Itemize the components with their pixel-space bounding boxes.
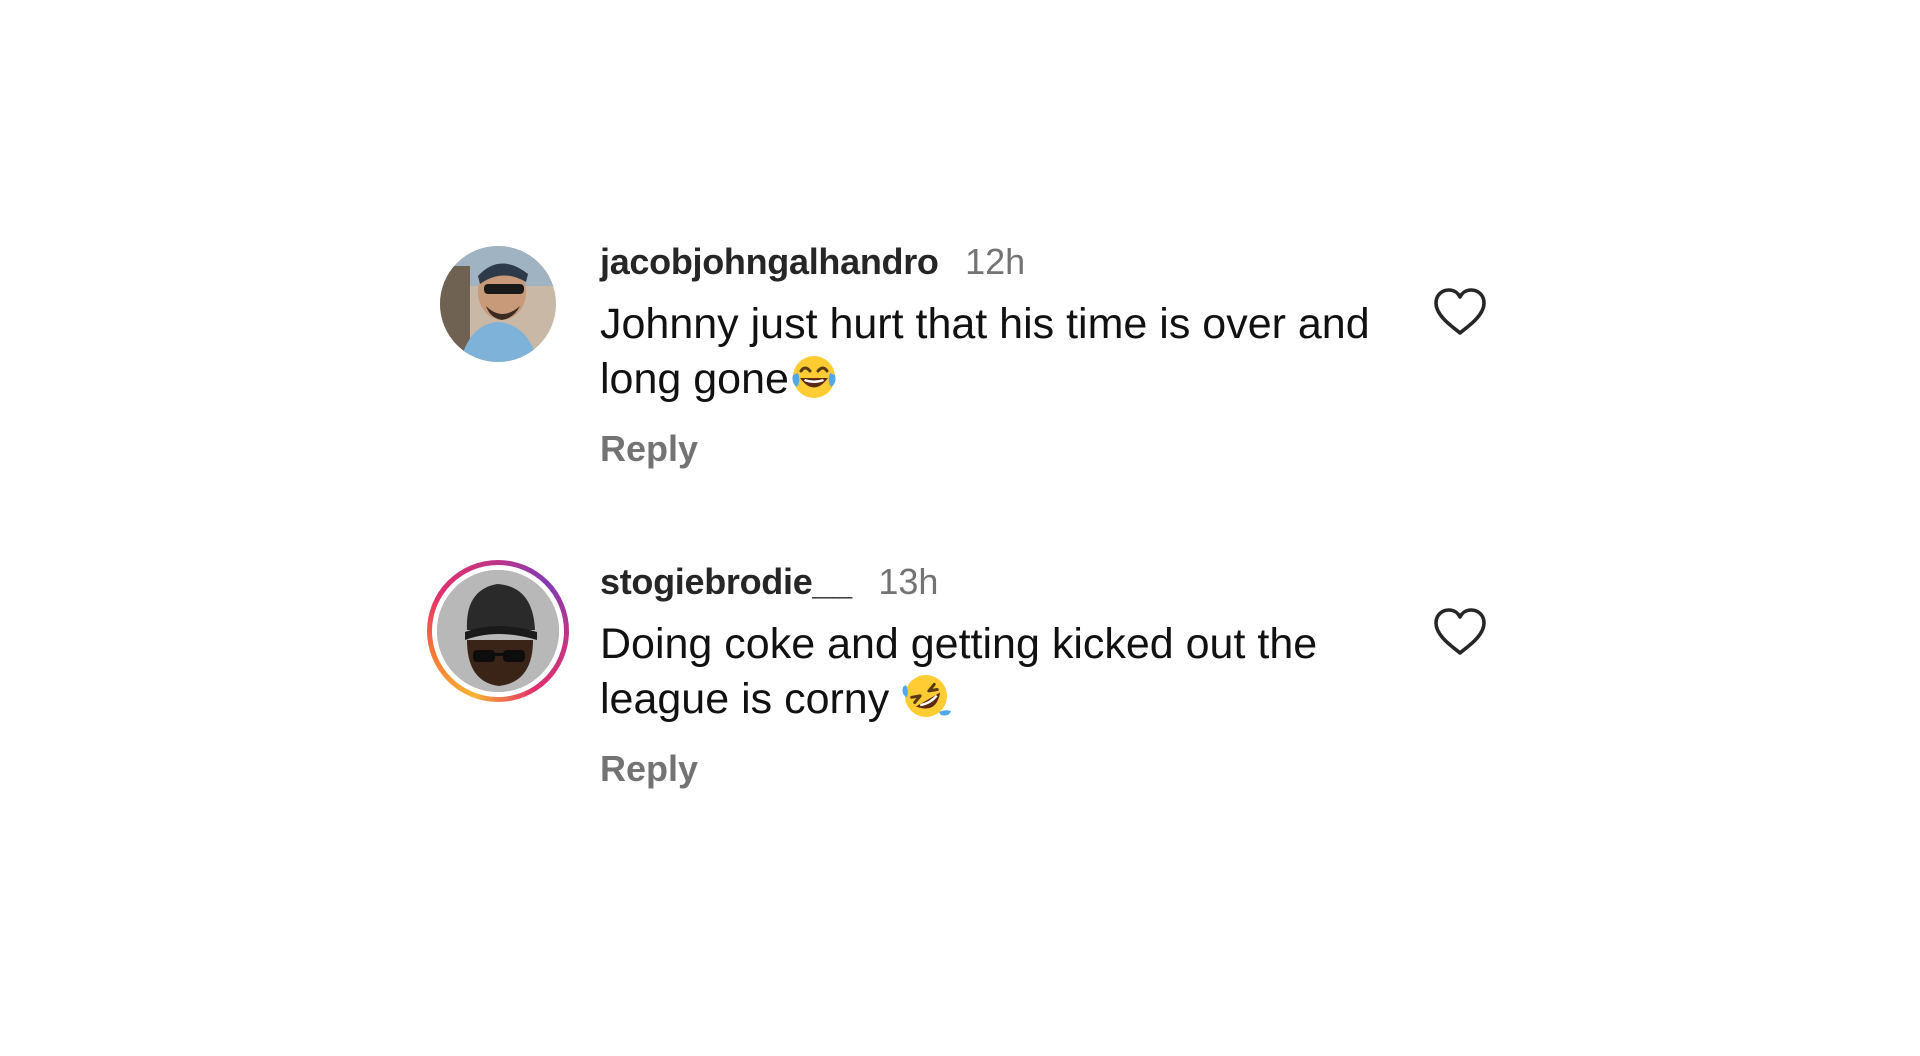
comment-item: stogiebrodie__ 13h Doing coke and gettin… xyxy=(425,560,1505,820)
comment-timestamp: 13h xyxy=(878,561,939,602)
comment-body: Doing coke and getting kicked out the le… xyxy=(600,618,1390,734)
comment-text: Doing coke and getting kicked out the le… xyxy=(600,620,1318,723)
comment-username[interactable]: jacobjohngalhandro xyxy=(600,241,939,282)
comment-text: Johnny just hurt that his time is over a… xyxy=(600,300,1370,403)
face-with-tears-of-joy-icon xyxy=(789,351,839,414)
rolling-on-the-floor-laughing-icon xyxy=(901,671,952,734)
heart-outline-icon[interactable] xyxy=(1432,286,1488,338)
reply-button[interactable]: Reply xyxy=(600,428,698,470)
story-ring[interactable] xyxy=(427,560,569,702)
comment-header: stogiebrodie__ 13h xyxy=(600,560,1400,604)
comment-item: jacobjohngalhandro 12h Johnny just hurt … xyxy=(425,240,1505,500)
comment-content: jacobjohngalhandro 12h Johnny just hurt … xyxy=(600,240,1400,470)
avatar-photo xyxy=(440,246,556,362)
comment-header: jacobjohngalhandro 12h xyxy=(600,240,1400,284)
comments-panel: jacobjohngalhandro 12h Johnny just hurt … xyxy=(0,0,1920,1056)
avatar-photo xyxy=(437,570,559,692)
comment-content: stogiebrodie__ 13h Doing coke and gettin… xyxy=(600,560,1400,790)
comment-body: Johnny just hurt that his time is over a… xyxy=(600,298,1390,414)
avatar xyxy=(437,570,559,692)
heart-outline-icon[interactable] xyxy=(1432,606,1488,658)
comment-timestamp: 12h xyxy=(965,241,1026,282)
reply-button[interactable]: Reply xyxy=(600,748,698,790)
comment-username[interactable]: stogiebrodie__ xyxy=(600,561,852,602)
avatar[interactable] xyxy=(440,246,556,362)
